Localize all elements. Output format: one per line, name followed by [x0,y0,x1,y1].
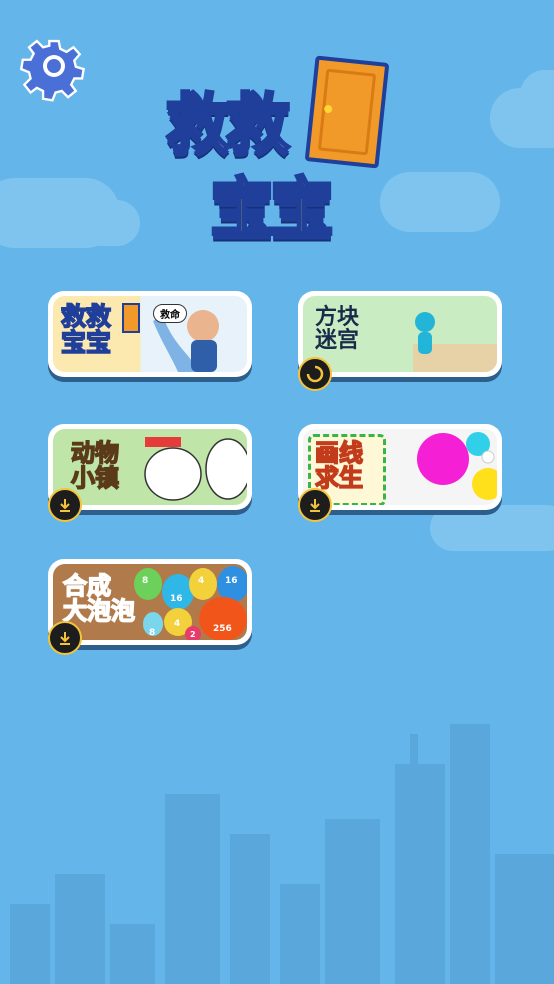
game-card-dongwu-xiaozhen[interactable]: 动物 小镇 [48,424,252,522]
bubble-value: 4 [198,576,205,586]
game-thumbnail: 救救 宝宝 救命 [53,296,247,372]
app-logo: 救救 宝宝 [160,55,400,255]
city-skyline [10,724,554,984]
cloud [430,505,554,551]
game-thumbnail: 画线 求生 [303,429,497,505]
game-thumbnail: 方块 迷宫 [303,296,497,372]
game-card-fangkuai-migong[interactable]: 方块 迷宫 [298,291,502,391]
bubble-value: 8 [149,628,156,638]
bubble-value: 2 [190,630,196,639]
bubble-value: 16 [170,594,183,604]
game-thumbnail: 动物 小镇 [53,429,247,505]
game-title: 合成 大泡泡 [62,572,136,626]
download-icon[interactable] [298,488,332,522]
settings-gear-icon[interactable] [18,30,90,102]
download-icon[interactable] [48,488,82,522]
logo-title-line2: 宝宝 [209,171,336,248]
bubble-value: 16 [225,576,238,586]
download-icon[interactable] [48,621,82,655]
door-icon [304,55,390,169]
cloud [80,200,140,246]
game-title: 画线 求生 [314,439,364,493]
bubble-value: 4 [174,619,181,629]
game-title: 救救 宝宝 [60,302,112,358]
game-title: 方块 迷宫 [315,305,360,354]
game-title: 动物 小镇 [70,439,120,493]
loading-icon [298,357,332,391]
game-card-hecheng-dapaopao[interactable]: 8 4 16 16 4 256 8 2 合成 大泡泡 [48,559,252,655]
game-tag: 救命 [153,304,187,323]
game-card-jiujiu-baobao[interactable]: 救救 宝宝 救命 [48,291,252,377]
logo-title-line1: 救救 [165,87,292,164]
game-thumbnail: 8 4 16 16 4 256 8 2 合成 大泡泡 [53,564,247,640]
bubble-value: 8 [142,576,149,586]
game-card-huaxian-qiusheng[interactable]: 画线 求生 [298,424,502,522]
bubble-value: 256 [213,624,232,634]
